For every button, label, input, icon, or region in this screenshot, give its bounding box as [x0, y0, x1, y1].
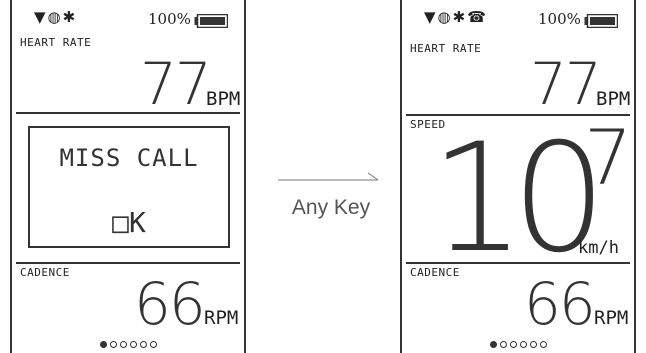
battery-icon — [584, 14, 618, 28]
page-dot-active — [489, 341, 497, 348]
page-dot — [529, 341, 537, 348]
status-icons: ▼◍✱☎ — [424, 8, 488, 26]
cadence-value: 66 — [524, 270, 596, 338]
cadence-value: 66 — [134, 270, 206, 338]
cadence-unit: RPM — [204, 307, 239, 329]
speed-integer: 10 — [430, 112, 607, 286]
ok-button[interactable]: □K — [30, 206, 228, 239]
arrow-right-icon — [278, 172, 379, 181]
cadence-label: CADENCE — [20, 266, 70, 279]
page-dot-active — [99, 341, 107, 348]
cadence-unit: RPM — [594, 307, 629, 329]
any-key-label: Any Key — [291, 196, 371, 219]
page-dot — [109, 341, 117, 348]
battery-percent: 100% — [538, 10, 581, 28]
divider — [16, 262, 240, 264]
page-dot — [509, 341, 517, 348]
page-dot — [539, 341, 547, 348]
cadence-label: CADENCE — [410, 266, 460, 279]
heart-rate-label: HEART RATE — [410, 42, 482, 55]
dialog-message: MISS CALL — [59, 144, 199, 172]
heart-rate-unit: BPM — [596, 88, 631, 110]
missed-call-dialog: MISS CALL □K — [28, 126, 230, 248]
speed-decimal: 7 — [584, 113, 633, 202]
battery-percent: 100% — [148, 10, 191, 28]
page-indicator — [402, 333, 634, 352]
status-bar: ▼◍✱☎ 100% — [402, 8, 634, 34]
page-indicator — [12, 333, 244, 352]
device-screen-right: ▼◍✱☎ 100% HEART RATE 77 BPM SPEED 10 7 k… — [400, 0, 636, 353]
divider — [16, 112, 240, 114]
page-dot — [519, 341, 527, 348]
page-dot — [129, 341, 137, 348]
status-bar: ▼◍✱ 100% — [12, 8, 244, 34]
page-dot — [499, 341, 507, 348]
page-dot — [149, 341, 157, 348]
divider — [406, 262, 630, 264]
heart-rate-label: HEART RATE — [20, 36, 92, 49]
heart-rate-value: 77 — [530, 50, 602, 118]
heart-rate-value: 77 — [140, 50, 212, 118]
device-screen-left: ▼◍✱ 100% HEART RATE 77 BPM MISS CALL □K … — [10, 0, 246, 353]
status-icons: ▼◍✱ — [34, 8, 78, 26]
speed-unit: km/h — [578, 238, 619, 258]
page-dot — [139, 341, 147, 348]
page-dot — [119, 341, 127, 348]
battery-icon — [194, 14, 228, 28]
heart-rate-unit: BPM — [206, 88, 241, 110]
